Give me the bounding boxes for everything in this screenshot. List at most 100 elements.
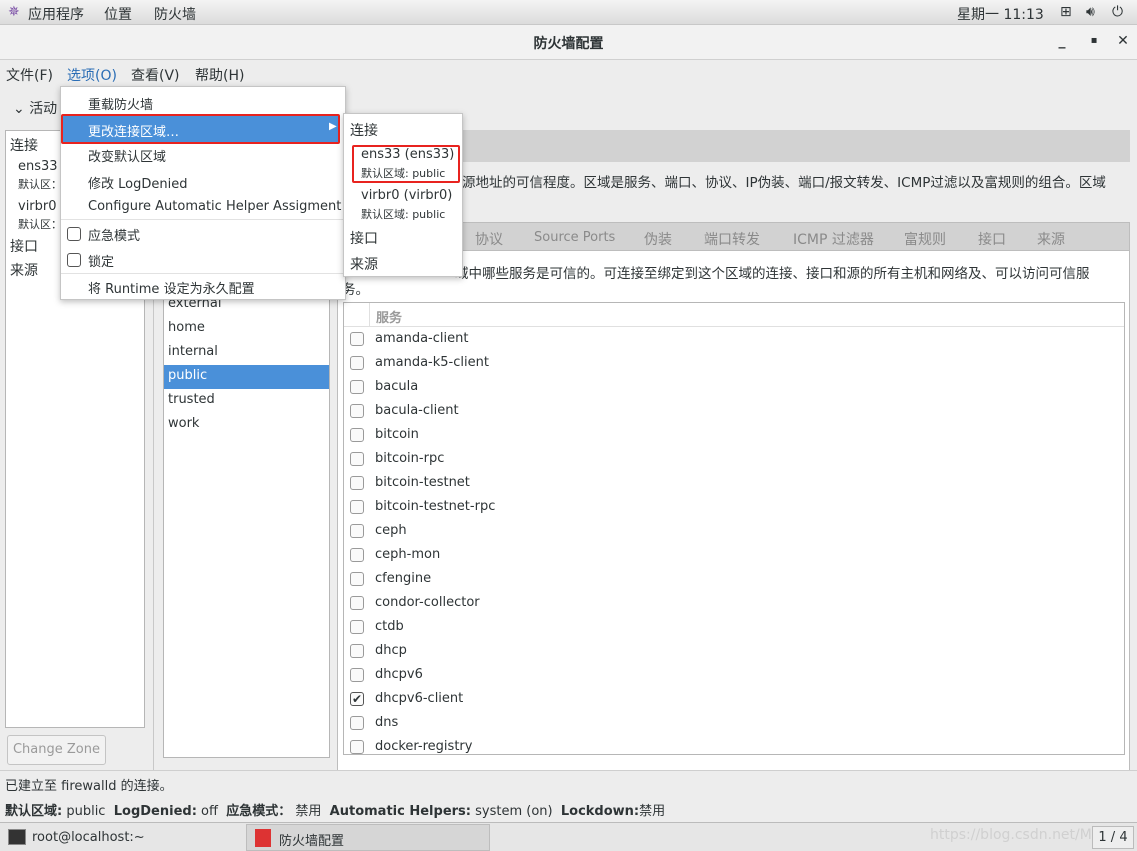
clock[interactable]: 星期一 11:13: [957, 4, 1044, 24]
menu-help[interactable]: 帮助(H): [195, 65, 244, 85]
close-button[interactable]: ✕: [1115, 33, 1131, 49]
zone-item-public[interactable]: public: [164, 365, 329, 389]
submenu-interfaces[interactable]: 接口: [350, 228, 378, 248]
service-row[interactable]: dhcpv6: [344, 663, 1124, 687]
zone-item-internal[interactable]: internal: [164, 341, 329, 365]
zone-description: 源地址的可信程度。区域是服务、端口、协议、IP伪装、端口/报文转发、ICMP过滤…: [462, 175, 1106, 191]
tab-sources[interactable]: 来源: [1037, 229, 1065, 249]
service-row[interactable]: amanda-client: [344, 327, 1124, 351]
submenu-sources[interactable]: 来源: [350, 254, 378, 274]
tab-protocols[interactable]: 协议: [475, 229, 503, 249]
active-bindings-expander[interactable]: ⌄ 活动: [13, 98, 57, 118]
zone-item-home[interactable]: home: [164, 317, 329, 341]
service-checkbox[interactable]: [350, 428, 364, 442]
default-zone-value: public: [66, 804, 106, 819]
service-name: ctdb: [375, 619, 404, 634]
service-checkbox[interactable]: [350, 644, 364, 658]
service-row[interactable]: cfengine: [344, 567, 1124, 591]
service-checkbox[interactable]: [350, 476, 364, 490]
service-checkbox[interactable]: ✔: [350, 692, 364, 706]
service-row[interactable]: bitcoin: [344, 423, 1124, 447]
helpers-key: Automatic Helpers:: [329, 804, 471, 819]
service-row[interactable]: dhcp: [344, 639, 1124, 663]
helpers-value: system (on): [475, 804, 553, 819]
tab-icmp-filter[interactable]: ICMP 过滤器: [793, 229, 874, 249]
zone-item-trusted[interactable]: trusted: [164, 389, 329, 413]
tab-masquerade[interactable]: 伪装: [644, 229, 672, 249]
service-checkbox[interactable]: [350, 404, 364, 418]
top-bar: ✵ 应用程序 位置 防火墙 星期一 11:13 ⊞ 🔊︎ ⏻: [0, 0, 1137, 25]
service-row[interactable]: bitcoin-testnet-rpc: [344, 495, 1124, 519]
interfaces-header: 接口: [10, 239, 38, 255]
submenu-virbr0-zone: 默认区域: public: [361, 208, 446, 221]
volume-icon[interactable]: 🔊︎: [1086, 4, 1095, 20]
change-zone-submenu: 连接 ens33 (ens33) 默认区域: public virbr0 (vi…: [343, 113, 463, 277]
submenu-virbr0[interactable]: virbr0 (virbr0): [361, 188, 452, 203]
menu-item-helpers[interactable]: Configure Automatic Helper Assigment: [88, 199, 341, 214]
power-icon[interactable]: ⏻: [1112, 4, 1123, 20]
service-checkbox[interactable]: [350, 380, 364, 394]
menu-view[interactable]: 查看(V): [131, 65, 180, 85]
service-row[interactable]: ✔ dhcpv6-client: [344, 687, 1124, 711]
workspace-pager[interactable]: 1 / 4: [1092, 826, 1134, 849]
menu-file[interactable]: 文件(F): [6, 65, 53, 85]
network-icon[interactable]: ⊞: [1060, 4, 1072, 20]
places-menu[interactable]: 位置: [104, 4, 132, 24]
tab-interfaces[interactable]: 接口: [978, 229, 1006, 249]
tab-source-ports[interactable]: Source Ports: [534, 230, 615, 245]
panic-mode-checkbox[interactable]: [67, 227, 81, 241]
service-checkbox[interactable]: [350, 668, 364, 682]
service-row[interactable]: docker-registry: [344, 735, 1124, 754]
taskbar-firewall[interactable]: 防火墙配置: [246, 824, 490, 851]
service-checkbox[interactable]: [350, 356, 364, 370]
service-row[interactable]: bitcoin-testnet: [344, 471, 1124, 495]
taskbar-terminal[interactable]: root@localhost:~: [4, 825, 242, 850]
service-checkbox[interactable]: [350, 452, 364, 466]
connection-virbr0[interactable]: virbr0 (: [18, 199, 66, 214]
menu-item-panic-mode[interactable]: 应急模式: [88, 225, 140, 244]
service-checkbox[interactable]: [350, 500, 364, 514]
services-description-2: 务。: [342, 282, 369, 298]
service-row[interactable]: dns: [344, 711, 1124, 735]
service-checkbox[interactable]: [350, 524, 364, 538]
menu-item-runtime-to-permanent[interactable]: 将 Runtime 设定为永久配置: [88, 278, 255, 297]
service-row[interactable]: ceph-mon: [344, 543, 1124, 567]
service-row[interactable]: bitcoin-rpc: [344, 447, 1124, 471]
service-name: bacula: [375, 379, 419, 394]
menu-item-logdenied[interactable]: 修改 LogDenied: [88, 173, 187, 192]
service-row[interactable]: ceph: [344, 519, 1124, 543]
service-checkbox[interactable]: [350, 548, 364, 562]
taskbar-firewall-label: 防火墙配置: [279, 834, 345, 849]
menu-item-lockdown[interactable]: 锁定: [88, 251, 114, 270]
lockdown-checkbox[interactable]: [67, 253, 81, 267]
default-zone-key: 默认区域:: [5, 804, 63, 819]
change-zone-button[interactable]: Change Zone: [7, 735, 106, 765]
service-name: dns: [375, 715, 399, 730]
menu-item-change-default-zone[interactable]: 改变默认区域: [88, 146, 166, 165]
title-bar: 防火墙配置 _ ▪ ✕: [0, 25, 1137, 60]
service-row[interactable]: bacula: [344, 375, 1124, 399]
tab-rich-rules[interactable]: 富规则: [904, 229, 946, 249]
service-row[interactable]: ctdb: [344, 615, 1124, 639]
service-checkbox[interactable]: [350, 740, 364, 754]
service-checkbox[interactable]: [350, 332, 364, 346]
tab-port-forward[interactable]: 端口转发: [704, 229, 760, 249]
service-row[interactable]: condor-collector: [344, 591, 1124, 615]
menu-item-reload[interactable]: 重载防火墙: [88, 94, 153, 113]
services-column-header[interactable]: 服务: [376, 307, 402, 326]
service-row[interactable]: bacula-client: [344, 399, 1124, 423]
service-checkbox[interactable]: [350, 572, 364, 586]
service-checkbox[interactable]: [350, 596, 364, 610]
service-name: ceph-mon: [375, 547, 441, 562]
service-row[interactable]: amanda-k5-client: [344, 351, 1124, 375]
lockdown-value: 禁用: [639, 804, 666, 819]
connection-zone: 默认区：: [18, 218, 62, 231]
service-checkbox[interactable]: [350, 716, 364, 730]
service-name: dhcp: [375, 643, 407, 658]
maximize-button[interactable]: ▪: [1086, 35, 1102, 46]
service-checkbox[interactable]: [350, 620, 364, 634]
app-menu[interactable]: 防火墙: [154, 4, 196, 24]
zone-item-work[interactable]: work: [164, 413, 329, 437]
minimize-button[interactable]: _: [1054, 33, 1070, 49]
applications-menu[interactable]: 应用程序: [28, 4, 84, 24]
